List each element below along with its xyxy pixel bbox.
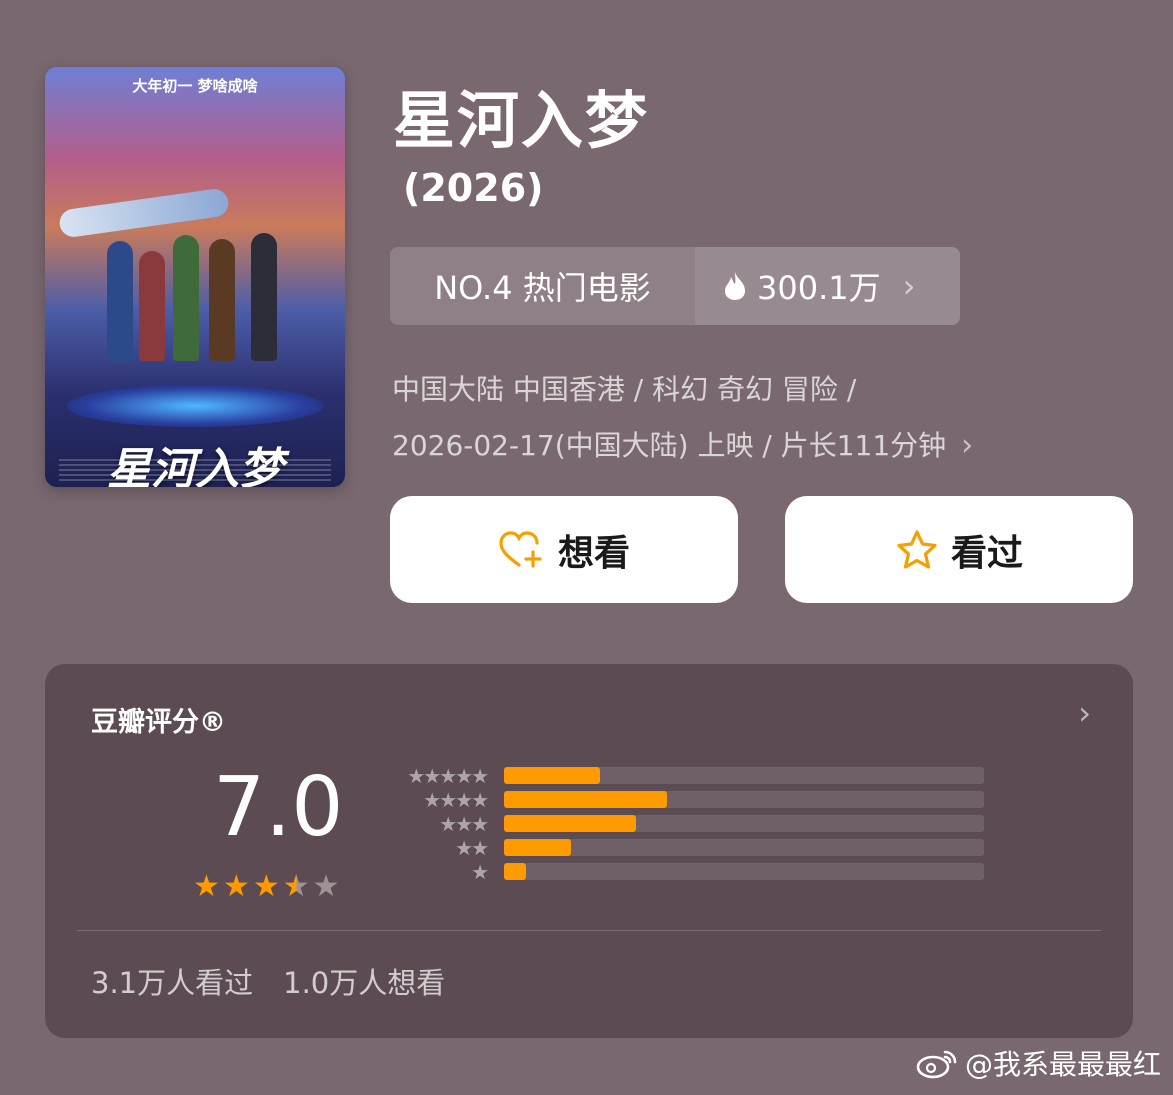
three-stars-icon: ★★★	[439, 812, 489, 836]
poster-platform	[67, 385, 323, 427]
seen-count: 3.1万人看过	[91, 966, 254, 1000]
poster-figure	[251, 233, 277, 361]
poster-credits	[59, 459, 331, 481]
rating-bar-track	[504, 839, 984, 856]
chevron-right-icon: ›	[961, 428, 974, 463]
weibo-watermark: @我系最最最红	[915, 1043, 1161, 1083]
star-row-1: ★	[383, 860, 489, 884]
want-to-watch-label: 想看	[557, 532, 630, 574]
poster-tagline: 大年初一 梦啥成啥	[132, 77, 258, 95]
rating-bar-4	[504, 791, 668, 808]
rating-bar-track	[504, 767, 984, 784]
rating-bar-track	[504, 815, 984, 832]
star-outline-icon	[897, 529, 937, 569]
star-empty-icon: ★	[312, 869, 340, 904]
rating-bar-5	[504, 767, 600, 784]
chevron-right-icon: ›	[902, 267, 916, 305]
star-row-5: ★★★★★	[383, 764, 489, 788]
ranking-label: NO.4 热门电影	[434, 269, 651, 307]
flame-icon	[725, 272, 745, 300]
heat-value: 300.1万	[757, 269, 881, 307]
want-to-watch-button[interactable]: 想看	[390, 496, 738, 603]
rating-card[interactable]: 豆瓣评分® › 7.0 ★ ★ ★ ★ ★ ★★★★★ ★★★★ ★★★ ★★ …	[45, 664, 1133, 1038]
poster-figure	[107, 241, 133, 361]
chevron-right-icon: ›	[1078, 694, 1091, 732]
star-half-icon: ★	[282, 869, 310, 904]
star-row-2: ★★	[383, 836, 489, 860]
watched-label: 看过	[950, 532, 1023, 574]
heat-section[interactable]: 300.1万 ›	[695, 247, 960, 325]
weibo-icon	[916, 1050, 957, 1079]
five-stars-icon: ★★★★★	[407, 764, 489, 788]
star-row-3: ★★★	[383, 812, 489, 836]
divider	[77, 930, 1101, 931]
movie-year: (2026)	[403, 166, 544, 210]
star-full-icon: ★	[193, 869, 220, 904]
poster-figure	[209, 239, 235, 361]
want-count: 1.0万人想看	[283, 966, 446, 1000]
watched-button[interactable]: 看过	[785, 496, 1133, 603]
four-stars-icon: ★★★★	[423, 788, 489, 812]
rating-label: 豆瓣评分®	[91, 707, 226, 738]
poster-figure	[173, 235, 199, 361]
star-full-icon: ★	[252, 869, 280, 904]
rating-bar-track	[504, 863, 984, 880]
movie-poster[interactable]: 大年初一 梦啥成啥 星河入梦	[45, 67, 345, 487]
rating-stars: ★ ★ ★ ★ ★	[193, 869, 340, 904]
heart-plus-icon	[499, 530, 542, 568]
rating-score: 7.0	[213, 760, 344, 855]
poster-plane	[57, 187, 231, 239]
movie-title: 星河入梦	[393, 84, 650, 157]
star-full-icon: ★	[222, 869, 250, 904]
rating-bar-2	[504, 839, 572, 856]
two-stars-icon: ★★	[455, 836, 489, 860]
movie-meta-region-genre: 中国大陆 中国香港 / 科幻 奇幻 冒险 /	[392, 373, 857, 406]
watermark-text: @我系最最最红	[964, 1048, 1161, 1081]
rating-counts: 3.1万人看过 1.0万人想看	[91, 960, 445, 1002]
ranking-badge[interactable]: NO.4 热门电影 300.1万 ›	[390, 247, 960, 325]
poster-figure	[139, 251, 165, 361]
one-star-icon: ★	[471, 860, 489, 884]
star-row-4: ★★★★	[383, 788, 489, 812]
movie-meta-release-runtime[interactable]: 2026-02-17(中国大陆) 上映 / 片长111分钟 ›	[392, 424, 973, 464]
rating-bar-3	[504, 815, 636, 832]
rating-bar-1	[504, 863, 526, 880]
rating-bar-track	[504, 791, 984, 808]
release-runtime-text: 2026-02-17(中国大陆) 上映 / 片长111分钟	[392, 429, 947, 462]
